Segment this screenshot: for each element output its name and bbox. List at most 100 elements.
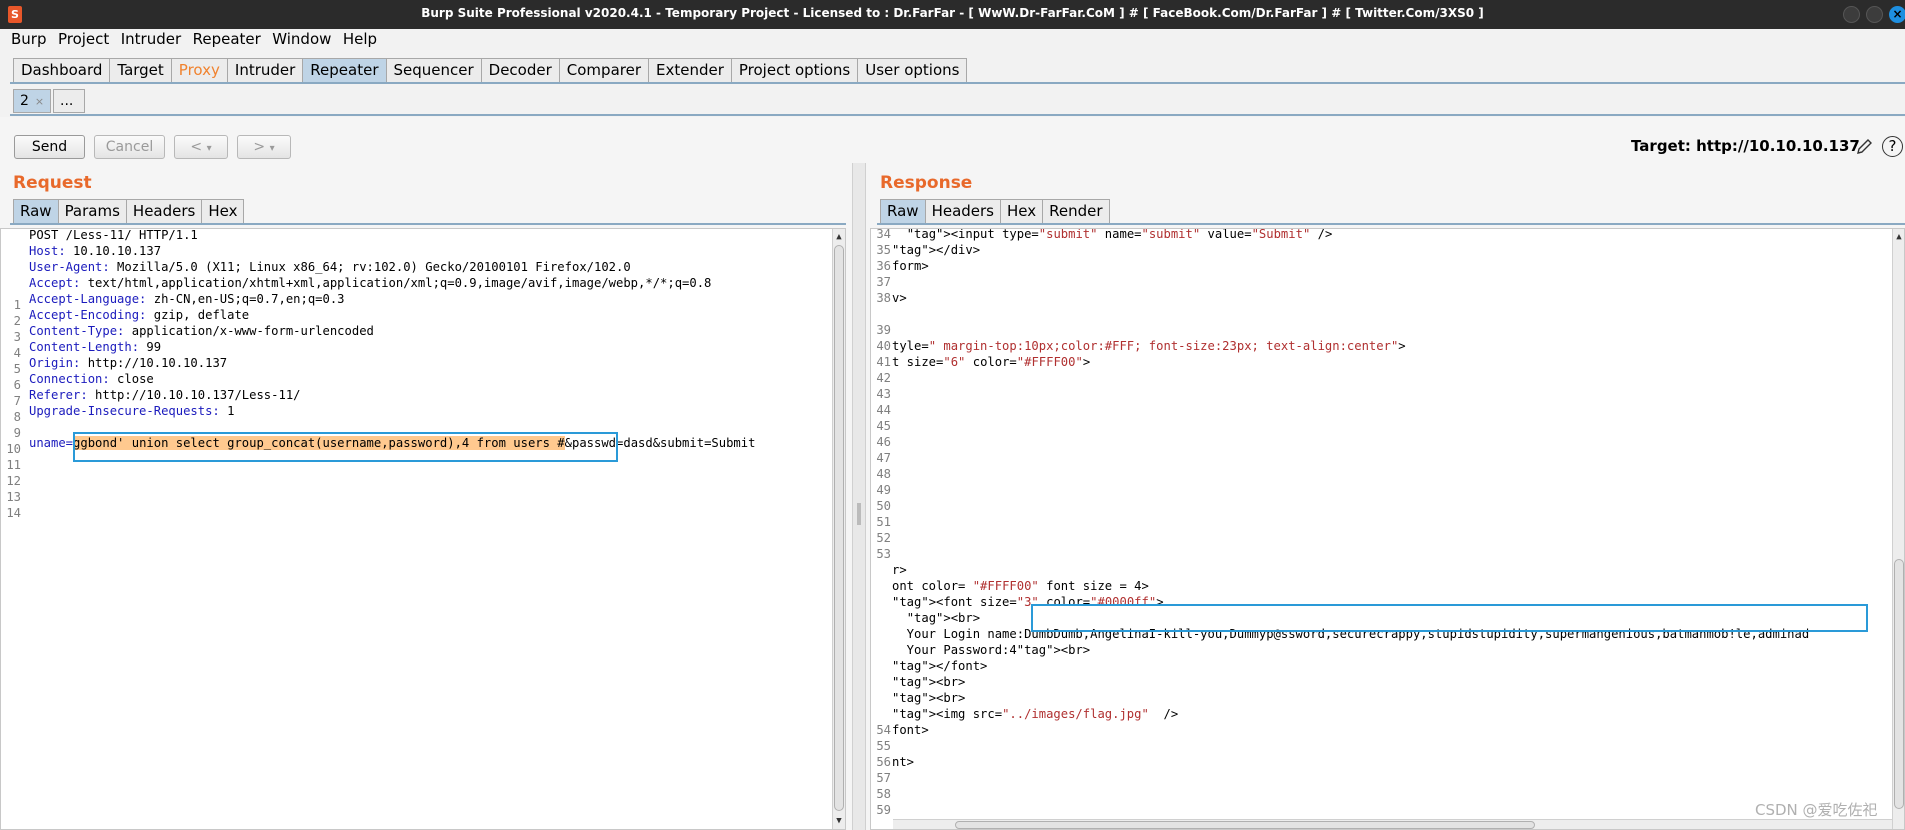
request-line: User-Agent: Mozilla/5.0 (X11; Linux x86_… <box>29 260 631 274</box>
payload-annotation-box <box>73 432 618 462</box>
history-back-button[interactable]: < ▾ <box>174 135 228 159</box>
splitter-grip-icon[interactable] <box>857 503 861 525</box>
menu-help[interactable]: Help <box>343 29 377 48</box>
request-line: Connection: close <box>29 372 154 386</box>
response-line: "tag"><br> <box>906 611 981 625</box>
request-tab-params[interactable]: Params <box>57 199 127 223</box>
line-number: 56 <box>876 755 891 769</box>
line-number: 35 <box>876 243 891 257</box>
request-tab-hex[interactable]: Hex <box>201 199 245 223</box>
main-tab-bar: Dashboard Target Proxy Intruder Repeater… <box>0 51 1905 84</box>
response-horizontal-scrollbar[interactable] <box>893 819 1892 829</box>
send-button[interactable]: Send <box>14 135 85 159</box>
response-title: Response <box>880 173 973 193</box>
body-param-name: uname= <box>29 436 74 450</box>
line-number: 40 <box>876 339 891 353</box>
line-number: 41 <box>876 355 891 369</box>
close-tab-icon[interactable]: × <box>35 95 44 108</box>
line-number: 59 <box>876 803 891 817</box>
response-tab-hex[interactable]: Hex <box>1000 199 1044 223</box>
pane-splitter[interactable] <box>852 163 866 830</box>
line-number: 53 <box>876 547 891 561</box>
line-number: 9 <box>13 426 21 440</box>
line-number: 43 <box>876 387 891 401</box>
scroll-thumb[interactable] <box>834 245 844 811</box>
maximize-button[interactable] <box>1866 6 1883 23</box>
back-dropdown-icon[interactable]: ▾ <box>207 143 212 154</box>
line-number: 55 <box>876 739 891 753</box>
scroll-thumb[interactable] <box>1894 559 1904 809</box>
repeater-tab-2[interactable]: 2 × <box>13 89 51 113</box>
cancel-button[interactable]: Cancel <box>94 135 165 159</box>
response-tab-underline <box>877 223 1905 225</box>
new-tab-button[interactable]: ... <box>53 89 85 113</box>
menu-window[interactable]: Window <box>272 29 331 48</box>
scroll-down-icon[interactable]: ▼ <box>833 815 845 827</box>
tab-user-options[interactable]: User options <box>857 58 968 82</box>
line-number: 45 <box>876 419 891 433</box>
response-line: font> <box>892 723 929 737</box>
request-line-numbers: 1 2 3 4 5 6 7 8 9 10 11 12 13 14 <box>1 229 25 829</box>
response-line: Your Password:4"tag"><br> <box>892 643 1091 657</box>
request-line: Accept-Encoding: gzip, deflate <box>29 308 250 322</box>
menu-project[interactable]: Project <box>58 29 109 48</box>
response-vertical-scrollbar[interactable]: ▲ <box>1892 229 1904 829</box>
line-number: 7 <box>13 394 21 408</box>
menu-burp[interactable]: Burp <box>11 29 47 48</box>
request-tab-headers[interactable]: Headers <box>125 199 203 223</box>
forward-dropdown-icon[interactable]: ▾ <box>270 143 275 154</box>
repeater-tab-bar: 2 × ... <box>0 84 1905 117</box>
request-line: Origin: http://10.10.10.137 <box>29 356 228 370</box>
tab-target[interactable]: Target <box>109 58 172 82</box>
line-number: 6 <box>13 378 21 392</box>
history-forward-button[interactable]: > ▾ <box>237 135 291 159</box>
hscroll-thumb[interactable] <box>955 821 1535 829</box>
tab-dashboard[interactable]: Dashboard <box>13 58 111 82</box>
request-line: Host: 10.10.10.137 <box>29 244 162 258</box>
menu-repeater[interactable]: Repeater <box>193 29 261 48</box>
request-tab-raw[interactable]: Raw <box>13 199 59 223</box>
response-pane: Response Raw Headers Hex Render 34 35 36 37… <box>866 163 1905 830</box>
request-editor[interactable]: 1 2 3 4 5 6 7 8 9 10 11 12 13 14 POST /L… <box>0 228 846 830</box>
line-number: 58 <box>876 787 891 801</box>
tab-proxy[interactable]: Proxy <box>170 58 228 82</box>
line-number: 34 <box>876 228 891 241</box>
response-tab-render[interactable]: Render <box>1042 199 1110 223</box>
minimize-button[interactable] <box>1843 6 1860 23</box>
help-icon[interactable]: ? <box>1882 136 1903 157</box>
request-title: Request <box>13 173 92 193</box>
repeater-tab-label: 2 <box>20 93 29 109</box>
line-number: 42 <box>876 371 891 385</box>
tab-intruder[interactable]: Intruder <box>226 58 304 82</box>
tab-comparer[interactable]: Comparer <box>558 58 649 82</box>
response-line: tyle=" margin-top:10px;color:#FFF; font-… <box>892 339 1406 353</box>
response-tab-raw[interactable]: Raw <box>880 199 926 223</box>
response-line: "tag"></div> <box>892 243 981 257</box>
response-line: "tag"><img src="../images/flag.jpg" /> <box>892 707 1179 721</box>
request-line: Content-Type: application/x-www-form-url… <box>29 324 374 338</box>
tab-decoder[interactable]: Decoder <box>480 58 560 82</box>
close-window-button[interactable]: × <box>1889 6 1905 23</box>
pencil-icon[interactable] <box>1856 137 1874 155</box>
menu-intruder[interactable]: Intruder <box>121 29 181 48</box>
request-vertical-scrollbar[interactable]: ▲ ▼ <box>832 229 845 829</box>
line-number: 44 <box>876 403 891 417</box>
response-editor[interactable]: 34 35 36 37 38 39 40 41 42 43 44 45 46 47 48 49 50 51 52 53… <box>870 228 1905 830</box>
response-tab-headers[interactable]: Headers <box>924 199 1001 223</box>
response-line: form> <box>892 259 929 273</box>
line-number: 8 <box>13 410 21 424</box>
response-line: "tag"><br> <box>892 675 966 689</box>
request-line: Referer: http://10.10.10.137/Less-11/ <box>29 388 301 402</box>
response-line: v> <box>892 291 907 305</box>
request-line: Upgrade-Insecure-Requests: 1 <box>29 404 235 418</box>
scroll-up-icon[interactable]: ▲ <box>833 231 845 243</box>
request-tab-underline <box>10 223 846 225</box>
repeater-tab-underline <box>10 114 1905 116</box>
line-number: 10 <box>6 442 21 456</box>
tab-project-options[interactable]: Project options <box>730 58 859 82</box>
tab-repeater[interactable]: Repeater <box>302 58 387 82</box>
tab-sequencer[interactable]: Sequencer <box>385 58 482 82</box>
scroll-up-icon[interactable]: ▲ <box>1893 231 1904 243</box>
tab-extender[interactable]: Extender <box>648 58 732 82</box>
line-number: 46 <box>876 435 891 449</box>
